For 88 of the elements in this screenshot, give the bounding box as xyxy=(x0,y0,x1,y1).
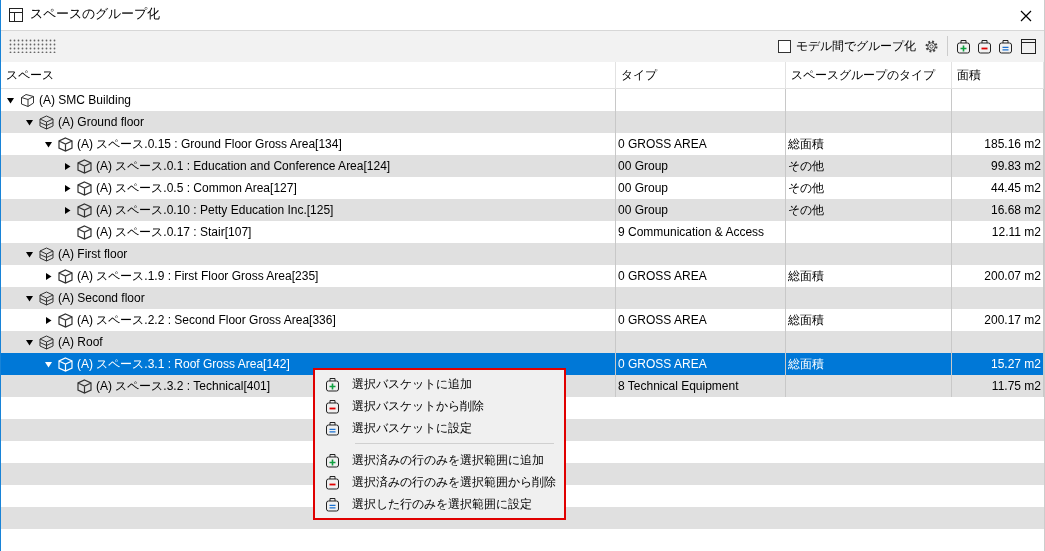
tree-item-label[interactable]: (A) Roof xyxy=(58,333,103,351)
table-cell-text: その他 xyxy=(788,202,824,219)
window-title: スペースのグループ化 xyxy=(30,6,160,24)
collapsed-arrow-icon[interactable] xyxy=(64,184,71,192)
cube-icon xyxy=(58,136,73,152)
table-cell-text: 総面積 xyxy=(788,268,824,285)
column-header[interactable]: 面積 xyxy=(952,62,1044,89)
bag-plus-icon xyxy=(325,452,340,468)
table-cell-text: その他 xyxy=(788,180,824,197)
tree-item-label[interactable]: (A) スペース.0.17 : Stair[107] xyxy=(96,223,252,241)
collapsed-arrow-icon[interactable] xyxy=(45,316,52,324)
table-cell-text: 0 GROSS AREA xyxy=(618,356,707,373)
table-cell-text: 総面積 xyxy=(788,356,824,373)
table-cell-text: 総面積 xyxy=(788,136,824,153)
table-cell-text: 9 Communication & Access xyxy=(618,224,765,241)
bag-plus-icon xyxy=(325,376,340,392)
floor-icon xyxy=(39,246,54,262)
bag-minus-icon xyxy=(325,474,340,490)
menu-item[interactable]: 選択した行のみを選択範囲に設定 xyxy=(315,493,564,515)
window-icon xyxy=(9,7,23,22)
table-cell-text: 0 GROSS AREA xyxy=(618,312,707,329)
tree-item-label[interactable]: (A) First floor xyxy=(58,245,128,263)
area-cell-text: 185.16 m2 xyxy=(984,136,1041,153)
bag-equals-icon[interactable] xyxy=(998,38,1013,54)
cube-icon xyxy=(58,356,73,372)
panel-icon[interactable] xyxy=(1021,38,1036,54)
bag-plus-icon[interactable] xyxy=(956,38,971,54)
collapsed-arrow-icon[interactable] xyxy=(64,206,71,214)
table-cell-text: 00 Group xyxy=(618,180,669,197)
table-cell-text: 00 Group xyxy=(618,158,669,175)
cube-icon xyxy=(77,202,92,218)
cube-icon xyxy=(77,158,92,174)
bag-minus-icon[interactable] xyxy=(977,38,992,54)
tree-item-label[interactable]: (A) Ground floor xyxy=(58,113,145,131)
cube-icon xyxy=(77,224,92,240)
area-cell-text: 12.11 m2 xyxy=(991,224,1041,241)
menu-item[interactable]: 選択バスケットに追加 xyxy=(315,373,564,395)
cube-icon xyxy=(77,180,92,196)
cube-icon xyxy=(58,312,73,328)
table-cell-text: 総面積 xyxy=(788,312,824,329)
area-cell-text: 11.75 m2 xyxy=(991,378,1041,395)
table-cell-text: 00 Group xyxy=(618,202,669,219)
collapsed-arrow-icon[interactable] xyxy=(45,272,52,280)
expanded-arrow-icon[interactable] xyxy=(7,96,14,104)
menu-item[interactable]: 選択バスケットに設定 xyxy=(315,417,564,439)
tree-item-label[interactable]: (A) スペース.0.15 : Ground Floor Gross Area[134] xyxy=(77,135,342,153)
tree-item-label[interactable]: (A) SMC Building xyxy=(39,91,132,109)
column-header[interactable]: スペース xyxy=(1,62,616,89)
area-cell-text: 44.45 m2 xyxy=(990,180,1041,197)
area-cell-text: 200.07 m2 xyxy=(984,268,1041,285)
table-cell-text: その他 xyxy=(788,158,824,175)
floor-icon xyxy=(39,114,54,130)
expanded-arrow-icon[interactable] xyxy=(26,338,33,346)
area-cell-text: 16.68 m2 xyxy=(990,202,1041,219)
cube-icon xyxy=(58,268,73,284)
area-cell-text: 15.27 m2 xyxy=(990,356,1041,373)
building-icon xyxy=(20,92,35,108)
expanded-arrow-icon[interactable] xyxy=(26,118,33,126)
expanded-arrow-icon[interactable] xyxy=(26,250,33,258)
table-cell-text: 0 GROSS AREA xyxy=(618,136,707,153)
table-cell-text: 8 Technical Equipment xyxy=(618,378,739,395)
menu-item[interactable]: 選択バスケットから削除 xyxy=(315,395,564,417)
cube-icon xyxy=(77,378,92,394)
collapsed-arrow-icon[interactable] xyxy=(64,162,71,170)
tree-item-label[interactable]: (A) スペース.0.10 : Petty Education Inc.[125] xyxy=(96,201,334,219)
expanded-arrow-icon[interactable] xyxy=(26,294,33,302)
area-cell-text: 99.83 m2 xyxy=(990,158,1041,175)
table-cell-text: 0 GROSS AREA xyxy=(618,268,707,285)
tree-item-label[interactable]: (A) スペース.0.1 : Education and Conference Area[124] xyxy=(96,157,391,175)
column-header[interactable]: スペースグループのタイプ xyxy=(786,62,952,89)
expanded-arrow-icon[interactable] xyxy=(45,140,52,148)
tree-item-label[interactable]: (A) スペース.3.2 : Technical[401] xyxy=(96,377,271,395)
bag-minus-icon xyxy=(325,398,340,414)
bag-equals-icon xyxy=(325,420,340,436)
area-cell-text: 200.17 m2 xyxy=(984,312,1041,329)
tree-item-label[interactable]: (A) スペース.1.9 : First Floor Gross Area[235] xyxy=(77,267,319,285)
settings-icon[interactable] xyxy=(924,38,939,54)
bag-equals-icon xyxy=(325,496,340,512)
column-header[interactable]: タイプ xyxy=(616,62,786,89)
tree-item-label[interactable]: (A) スペース.3.1 : Roof Gross Area[142] xyxy=(77,355,290,373)
tree-item-label[interactable]: (A) スペース.2.2 : Second Floor Gross Area[336] xyxy=(77,311,336,329)
menu-item[interactable]: 選択済みの行のみを選択範囲から削除 xyxy=(315,471,564,493)
floor-icon xyxy=(39,334,54,350)
floor-icon xyxy=(39,290,54,306)
tree-item-label[interactable]: (A) スペース.0.5 : Common Area[127] xyxy=(96,179,297,197)
menu-item[interactable]: 選択済みの行のみを選択範囲に追加 xyxy=(315,449,564,471)
cross-model-checkbox[interactable]: モデル間でグループ化 xyxy=(778,37,916,56)
tree-item-label[interactable]: (A) Second floor xyxy=(58,289,145,307)
